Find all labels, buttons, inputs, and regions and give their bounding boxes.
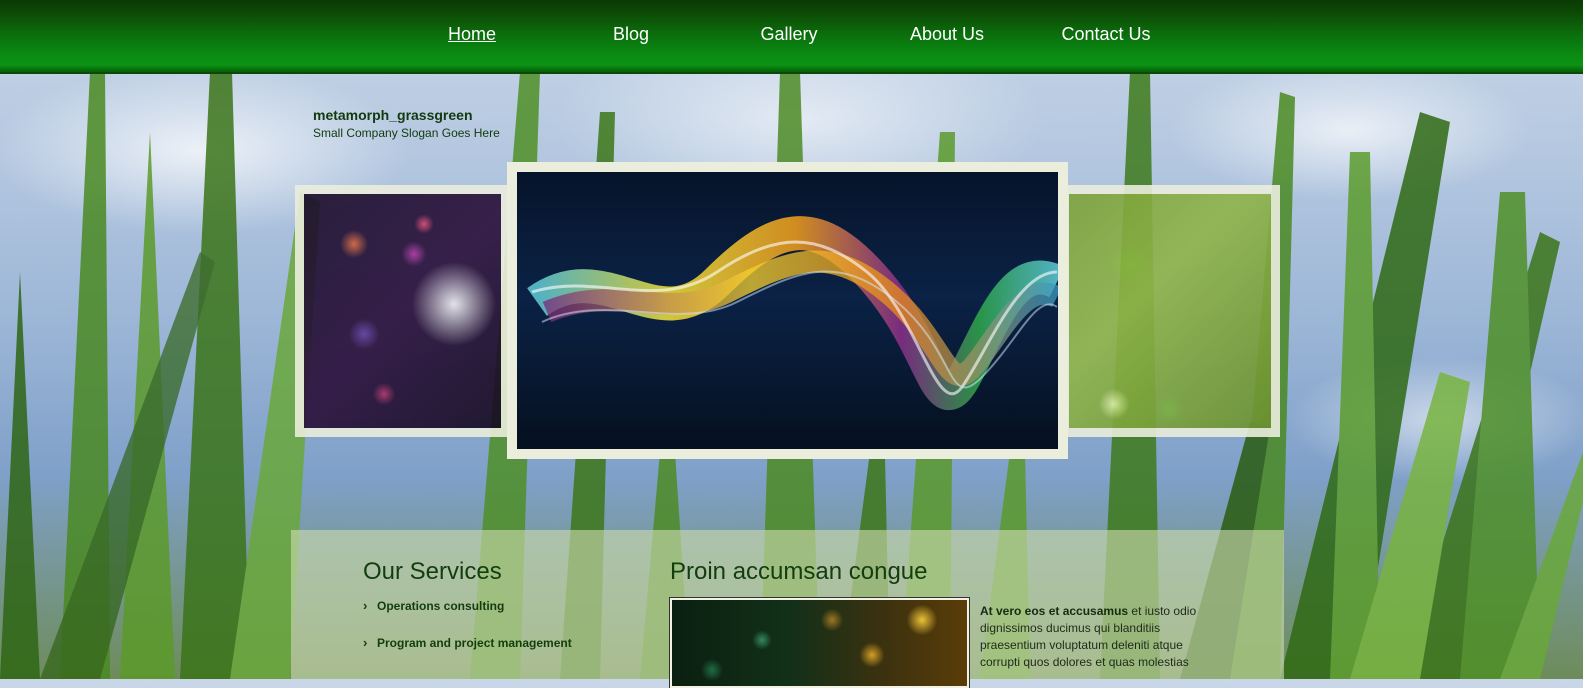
- chevron-right-icon: ›: [363, 635, 368, 650]
- nav-home[interactable]: Home: [448, 24, 496, 45]
- article-heading: Proin accumsan congue: [670, 558, 928, 585]
- article-image: [669, 597, 970, 688]
- chevron-right-icon: ›: [363, 598, 368, 613]
- service-item[interactable]: › Operations consulting: [363, 598, 504, 613]
- service-item-label: Program and project management: [377, 636, 572, 650]
- service-item-label: Operations consulting: [377, 599, 505, 613]
- site-slogan: Small Company Slogan Goes Here: [313, 126, 500, 140]
- article-lead: At vero eos et accusamus: [980, 604, 1129, 618]
- top-navigation-bar: Home Blog Gallery About Us Contact Us: [0, 0, 1583, 74]
- gallery-image-right: [1069, 194, 1271, 428]
- nav-gallery[interactable]: Gallery: [760, 24, 817, 45]
- site-title[interactable]: metamorph_grassgreen: [313, 107, 473, 123]
- nav-blog[interactable]: Blog: [613, 24, 649, 45]
- gallery-image-left: [304, 194, 501, 428]
- service-item[interactable]: › Program and project management: [363, 635, 572, 650]
- gallery-image-featured: [517, 172, 1065, 449]
- abstract-wave-art: [527, 216, 1065, 410]
- services-heading: Our Services: [363, 558, 502, 585]
- gallery-thumb-left[interactable]: [295, 185, 510, 437]
- nav-about-us[interactable]: About Us: [910, 24, 984, 45]
- gallery-featured[interactable]: [507, 162, 1068, 459]
- nav-contact-us[interactable]: Contact Us: [1061, 24, 1150, 45]
- gallery-thumb-right[interactable]: [1060, 185, 1280, 437]
- main-nav: Home Blog Gallery About Us Contact Us: [0, 0, 1583, 72]
- article-body: At vero eos et accusamus et iusto odio d…: [980, 603, 1215, 671]
